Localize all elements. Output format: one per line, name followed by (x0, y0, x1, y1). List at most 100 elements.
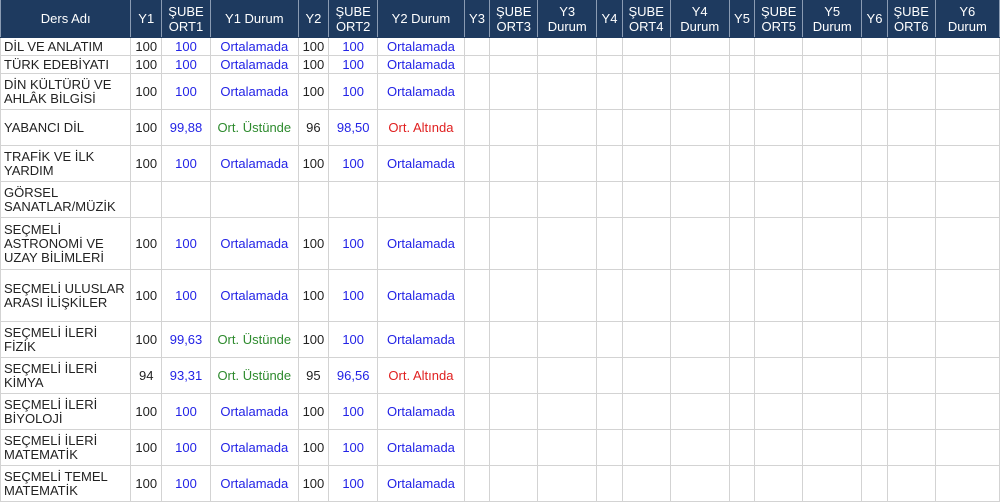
y6-durum-cell (934, 429, 1000, 466)
header-label: Y5 (824, 3, 841, 19)
header-y2-durum: Y2 Durum (377, 0, 465, 38)
y3-score-cell (463, 269, 491, 322)
y5-score-cell (728, 217, 756, 270)
y5-durum-cell (802, 37, 863, 56)
sube-ort1-cell: 100 (161, 217, 211, 270)
sube-ort3-cell (489, 109, 539, 146)
subject-name-cell: SEÇMELİ İLERİ BİYOLOJİ (0, 393, 132, 430)
y3-score-cell (463, 357, 491, 394)
header-label: Durum (947, 18, 987, 34)
y6-score-cell (861, 37, 888, 56)
y1-durum-cell: Ortalamada (209, 55, 299, 74)
sube-ort5-cell (754, 465, 804, 502)
sube-ort2-cell: 100 (328, 73, 379, 110)
header-label: Y2 Durum (391, 11, 451, 26)
y4-score-cell (596, 269, 623, 322)
y4-score-cell (596, 465, 623, 502)
header-label: ŞUBE (335, 3, 371, 19)
y5-score-cell (728, 73, 756, 110)
sube-ort3-cell (489, 357, 539, 394)
sube-ort1-cell: 100 (161, 73, 211, 110)
sube-ort3-cell (489, 321, 539, 358)
header-label: Y3 (469, 11, 485, 26)
y2-score-cell: 100 (297, 55, 330, 74)
y3-score-cell (463, 321, 491, 358)
sube-ort6-cell (886, 269, 936, 322)
y2-score-cell: 100 (297, 429, 330, 466)
y6-durum-cell (934, 269, 1000, 322)
table-row: GÖRSEL SANATLAR/MÜZİK (0, 181, 1000, 218)
y4-score-cell (596, 321, 623, 358)
y4-durum-cell (669, 73, 730, 110)
y4-score-cell (596, 181, 623, 218)
table-row: SEÇMELİ ASTRONOMİ VE UZAY BİLİMLERİ 100 10… (0, 217, 1000, 270)
y1-durum-cell: Ort. Üstünde (209, 357, 299, 394)
y4-durum-cell (669, 217, 730, 270)
header-label: Y2 (305, 11, 322, 26)
y2-score-cell: 100 (297, 269, 330, 322)
sube-ort3-cell (489, 181, 539, 218)
y5-durum-cell (802, 145, 863, 182)
y4-durum-cell (669, 37, 730, 56)
y4-durum-cell (669, 357, 730, 394)
y5-durum-cell (802, 181, 863, 218)
header-sube-ort5: ŞUBE ORT5 (754, 0, 804, 38)
header-label: Y1 (138, 11, 155, 26)
y2-score-cell: 100 (297, 393, 330, 430)
table-row: SEÇMELİ ULUSLAR ARASI İLİŞKİLER 100 100 Ort… (0, 269, 1000, 322)
table-row: TRAFİK VE İLK YARDIM 100 100 Ortalamada 100 1… (0, 145, 1000, 182)
y3-durum-cell (537, 109, 598, 146)
table-row: TÜRK EDEBİYATI 100 100 Ortalamada 100 100 Orta… (0, 55, 1000, 74)
y5-durum-cell (802, 217, 863, 270)
sube-ort5-cell (754, 73, 804, 110)
y3-durum-cell (537, 73, 598, 110)
subject-name-cell: YABANCI DİL (0, 109, 132, 146)
table-row: DİN KÜLTÜRÜ VE AHLÂK BİLGİSİ 100 100 Ortala… (0, 73, 1000, 110)
y6-score-cell (861, 55, 888, 74)
y6-durum-cell (934, 37, 1000, 56)
y3-score-cell (463, 217, 491, 270)
header-sube-ort1: ŞUBE ORT1 (161, 0, 211, 38)
sube-ort2-cell: 100 (328, 55, 379, 74)
sube-ort1-cell: 100 (161, 269, 211, 322)
sube-ort4-cell (621, 181, 671, 218)
y2-durum-cell: Ortalamada (377, 37, 465, 56)
y2-durum-cell: Ort. Altında (377, 109, 465, 146)
subject-name-cell: SEÇMELİ İLERİ FİZİK (0, 321, 132, 358)
subject-name-cell: TÜRK EDEBİYATI (0, 55, 132, 74)
sube-ort5-cell (754, 55, 804, 74)
sube-ort5-cell (754, 37, 804, 56)
y1-score-cell: 100 (130, 37, 163, 56)
y1-score-cell: 100 (130, 393, 163, 430)
y6-durum-cell (934, 357, 1000, 394)
y4-durum-cell (669, 55, 730, 74)
y3-score-cell (463, 37, 491, 56)
y5-durum-cell (802, 109, 863, 146)
y2-score-cell: 100 (297, 37, 330, 56)
y2-score-cell: 100 (297, 465, 330, 502)
sube-ort2-cell: 100 (328, 393, 379, 430)
y4-durum-cell (669, 269, 730, 322)
y1-score-cell: 100 (130, 465, 163, 502)
header-label: ORT3 (496, 18, 531, 34)
y6-score-cell (861, 73, 888, 110)
y4-durum-cell (669, 429, 730, 466)
sube-ort1-cell: 93,31 (161, 357, 211, 394)
y5-durum-cell (802, 73, 863, 110)
header-y6: Y6 (861, 0, 888, 38)
y2-durum-cell: Ortalamada (377, 145, 465, 182)
sube-ort2-cell: 100 (328, 37, 379, 56)
y6-score-cell (861, 357, 888, 394)
y4-score-cell (596, 73, 623, 110)
header-label: ŞUBE (628, 3, 664, 19)
header-y6-durum: Y6 Durum (934, 0, 1000, 38)
subject-name-cell: SEÇMELİ TEMEL MATEMATİK (0, 465, 132, 502)
header-label: ORT5 (761, 18, 796, 34)
y1-durum-cell: Ortalamada (209, 393, 299, 430)
header-label: ORT2 (335, 18, 371, 34)
y1-score-cell: 100 (130, 145, 163, 182)
sube-ort6-cell (886, 465, 936, 502)
sube-ort1-cell: 100 (161, 393, 211, 430)
sube-ort1-cell: 100 (161, 55, 211, 74)
y5-score-cell (728, 37, 756, 56)
